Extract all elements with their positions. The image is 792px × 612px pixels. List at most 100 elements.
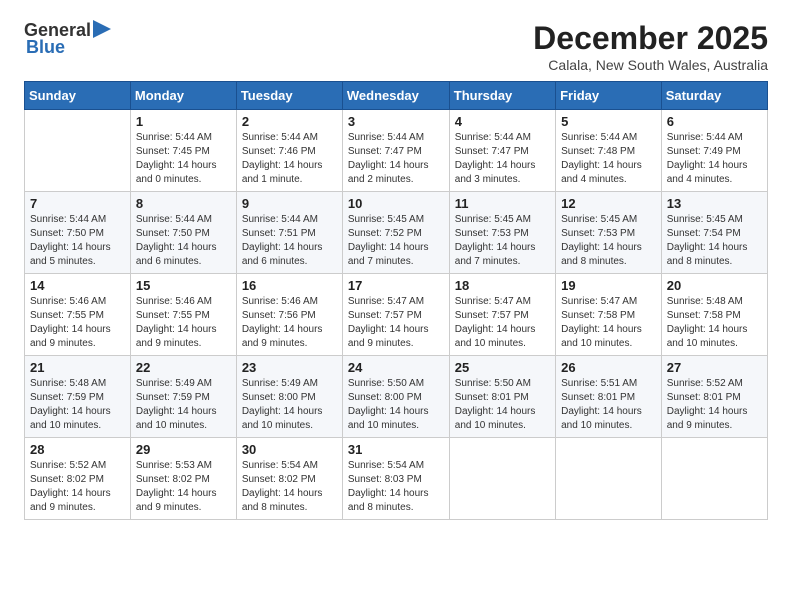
sunset-text: Sunset: 7:52 PM <box>348 228 422 239</box>
table-row: 4Sunrise: 5:44 AMSunset: 7:47 PMDaylight… <box>449 110 555 192</box>
sunrise-text: Sunrise: 5:49 AM <box>242 378 318 389</box>
logo: General Blue <box>24 20 111 58</box>
month-title: December 2025 <box>533 20 768 57</box>
day-info: Sunrise: 5:47 AMSunset: 7:57 PMDaylight:… <box>348 295 444 351</box>
table-row <box>556 438 662 520</box>
day-number: 23 <box>242 360 337 375</box>
day-info: Sunrise: 5:44 AM Sunset: 7:48 PM Daylight:… <box>561 131 656 187</box>
sunrise-text: Sunrise: 5:48 AM <box>667 296 743 307</box>
table-row: 29 Sunrise: 5:53 AMSunset: 8:02 PMDayligh… <box>130 438 236 520</box>
sunrise-text: Sunrise: 5:47 AM <box>561 296 637 307</box>
table-row: 28 Sunrise: 5:52 AMSunset: 8:02 PMDayligh… <box>25 438 131 520</box>
day-number: 30 <box>242 442 337 457</box>
day-number: 15 <box>136 278 231 293</box>
day-number: 6 <box>667 114 762 129</box>
table-row: 12Sunrise: 5:45 AMSunset: 7:53 PMDayligh… <box>556 192 662 274</box>
table-row: 18Sunrise: 5:47 AMSunset: 7:57 PMDayligh… <box>449 274 555 356</box>
day-number: 27 <box>667 360 762 375</box>
day-number: 26 <box>561 360 656 375</box>
sunrise-text: Sunrise: 5:46 AM <box>30 296 106 307</box>
table-row: 16Sunrise: 5:46 AMSunset: 7:56 PMDayligh… <box>236 274 342 356</box>
sunrise-text: Sunrise: 5:54 AM <box>348 460 424 471</box>
sunrise-text: Sunrise: 5:50 AM <box>348 378 424 389</box>
day-info: Sunrise: 5:51 AMSunset: 8:01 PMDaylight:… <box>561 377 656 433</box>
sunset-text: Sunset: 7:50 PM <box>136 228 210 239</box>
sunrise-text: Sunrise: 5:45 AM <box>455 214 531 225</box>
day-number: 3 <box>348 114 444 129</box>
table-row: 6Sunrise: 5:44 AMSunset: 7:49 PMDaylight… <box>661 110 767 192</box>
day-number: 7 <box>30 196 125 211</box>
table-row <box>449 438 555 520</box>
sunset-text: Sunset: 8:01 PM <box>561 392 635 403</box>
table-row: 11Sunrise: 5:45 AMSunset: 7:53 PMDayligh… <box>449 192 555 274</box>
day-info: Sunrise: 5:44 AMSunset: 7:47 PMDaylight:… <box>348 131 444 187</box>
sunrise-text: Sunrise: 5:51 AM <box>561 378 637 389</box>
day-number: 17 <box>348 278 444 293</box>
table-row: 8Sunrise: 5:44 AMSunset: 7:50 PMDaylight… <box>130 192 236 274</box>
day-info: Sunrise: 5:50 AMSunset: 8:01 PMDaylight:… <box>455 377 550 433</box>
day-info: Sunrise: 5:49 AMSunset: 7:59 PMDaylight:… <box>136 377 231 433</box>
daylight-text: Daylight: 14 hours and 5 minutes. <box>30 242 111 267</box>
sunset-text: Sunset: 7:59 PM <box>136 392 210 403</box>
sunrise-text: Sunrise: 5:44 AM <box>561 132 637 143</box>
sunrise-text: Sunrise: 5:45 AM <box>561 214 637 225</box>
daylight-text: Daylight: 14 hours and 9 minutes. <box>30 488 111 513</box>
sunrise-text: Sunrise: 5:44 AM <box>30 214 106 225</box>
day-info: Sunrise: 5:52 AMSunset: 8:02 PMDaylight:… <box>30 459 125 515</box>
day-info: Sunrise: 5:52 AMSunset: 8:01 PMDaylight:… <box>667 377 762 433</box>
day-number: 1 <box>136 114 231 129</box>
table-row: 21Sunrise: 5:48 AMSunset: 7:59 PMDayligh… <box>25 356 131 438</box>
daylight-text: Daylight: 14 hours and 9 minutes. <box>242 324 323 349</box>
table-row: 20Sunrise: 5:48 AMSunset: 7:58 PMDayligh… <box>661 274 767 356</box>
daylight-text: Daylight: 14 hours and 9 minutes. <box>30 324 111 349</box>
table-row: 27 Sunrise: 5:52 AMSunset: 8:01 PMDayligh… <box>661 356 767 438</box>
day-number: 10 <box>348 196 444 211</box>
sunrise-text: Sunrise: 5:44 AM <box>667 132 743 143</box>
day-number: 14 <box>30 278 125 293</box>
daylight-text: Daylight: 14 hours and 4 minutes. <box>561 160 642 185</box>
table-row: 13Sunrise: 5:45 AMSunset: 7:54 PMDayligh… <box>661 192 767 274</box>
table-row: 17 Sunrise: 5:47 AMSunset: 7:57 PMDayligh… <box>342 274 449 356</box>
header: General Blue December 2025 Calala, New S… <box>24 20 768 73</box>
header-friday: Friday <box>556 82 662 110</box>
day-number: 18 <box>455 278 550 293</box>
sunset-text: Sunset: 7:46 PM <box>242 146 316 157</box>
day-number: 29 <box>136 442 231 457</box>
day-info: Sunrise: 5:44 AMSunset: 7:50 PMDaylight:… <box>30 213 125 269</box>
day-number: 25 <box>455 360 550 375</box>
sunrise-text: Sunrise: 5:49 AM <box>136 378 212 389</box>
daylight-text: Daylight: 14 hours and 9 minutes. <box>667 406 748 431</box>
title-area: December 2025 Calala, New South Wales, A… <box>533 20 768 73</box>
sunset-text: Sunset: 7:48 PM <box>561 146 635 157</box>
day-info: Sunrise: 5:46 AMSunset: 7:55 PMDaylight:… <box>30 295 125 351</box>
daylight-text: Daylight: 14 hours and 8 minutes. <box>348 488 429 513</box>
sunrise-text: Sunrise: 5:52 AM <box>667 378 743 389</box>
day-info: Sunrise: 5:48 AMSunset: 7:58 PMDaylight:… <box>667 295 762 351</box>
sunset-text: Sunset: 8:00 PM <box>348 392 422 403</box>
day-info: Sunrise: 5:53 AMSunset: 8:02 PMDaylight:… <box>136 459 231 515</box>
weekday-header-row: Sunday Monday Tuesday Wednesday Thursday… <box>25 82 768 110</box>
day-number: 21 <box>30 360 125 375</box>
day-info: Sunrise: 5:46 AMSunset: 7:56 PMDaylight:… <box>242 295 337 351</box>
day-number: 5 <box>561 114 656 129</box>
calendar-week-row: 28 Sunrise: 5:52 AMSunset: 8:02 PMDayligh… <box>25 438 768 520</box>
calendar-week-row: 14 Sunrise: 5:46 AMSunset: 7:55 PMDayligh… <box>25 274 768 356</box>
sunset-text: Sunset: 8:03 PM <box>348 474 422 485</box>
day-info: Sunrise: 5:44 AMSunset: 7:45 PMDaylight:… <box>136 131 231 187</box>
sunset-text: Sunset: 7:45 PM <box>136 146 210 157</box>
day-number: 31 <box>348 442 444 457</box>
logo-text-blue: Blue <box>26 37 65 58</box>
day-number: 22 <box>136 360 231 375</box>
day-number: 28 <box>30 442 125 457</box>
day-info: Sunrise: 5:50 AMSunset: 8:00 PMDaylight:… <box>348 377 444 433</box>
header-tuesday: Tuesday <box>236 82 342 110</box>
sunrise-text: Sunrise: 5:44 AM <box>455 132 531 143</box>
sunrise-text: Sunrise: 5:54 AM <box>242 460 318 471</box>
sunset-text: Sunset: 7:58 PM <box>667 310 741 321</box>
sunrise-text: Sunrise: 5:52 AM <box>30 460 106 471</box>
sunrise-text: Sunrise: 5:47 AM <box>348 296 424 307</box>
sunset-text: Sunset: 7:49 PM <box>667 146 741 157</box>
table-row: 31 Sunrise: 5:54 AM Sunset: 8:03 PM Dayligh… <box>342 438 449 520</box>
daylight-text: Daylight: 14 hours and 10 minutes. <box>30 406 111 431</box>
table-row: 1 Sunrise: 5:44 AMSunset: 7:45 PMDaylight… <box>130 110 236 192</box>
